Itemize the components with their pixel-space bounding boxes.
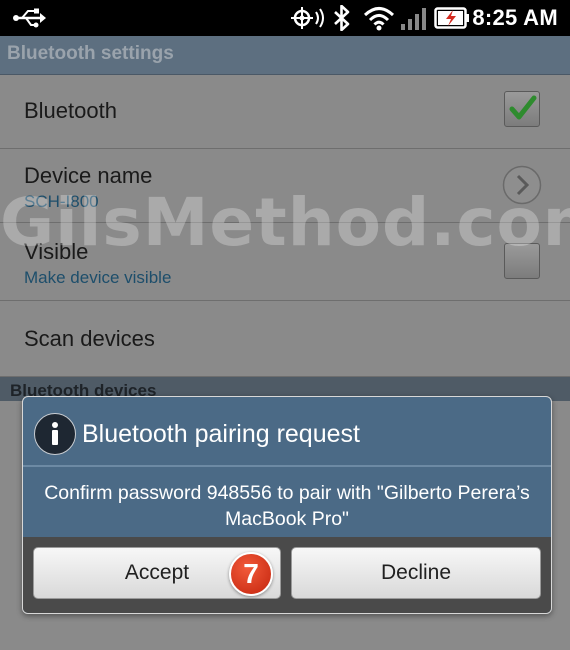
usb-icon — [12, 7, 46, 33]
decline-button[interactable]: Decline — [291, 547, 541, 599]
dialog-title: Bluetooth pairing request — [82, 420, 360, 448]
bluetooth-toggle-row[interactable]: Bluetooth — [0, 75, 570, 149]
settings-header: Bluetooth settings — [0, 36, 570, 75]
step-marker-badge: 7 — [229, 552, 273, 596]
dialog-message: Confirm password 948556 to pair with "Gi… — [44, 482, 530, 530]
visible-checkbox[interactable] — [504, 243, 540, 279]
visible-label: Visible — [24, 239, 89, 264]
bluetooth-label: Bluetooth — [24, 98, 117, 123]
dialog-header: Bluetooth pairing request — [23, 397, 551, 467]
checkmark-icon — [509, 95, 537, 120]
visible-row[interactable]: Visible Make device visible — [0, 223, 570, 301]
bluetooth-checkbox[interactable] — [504, 91, 540, 127]
page-title: Bluetooth settings — [7, 43, 174, 64]
chevron-right-icon[interactable] — [502, 165, 542, 209]
dialog-divider — [23, 465, 551, 467]
gps-icon — [290, 6, 326, 34]
bluetooth-icon — [333, 4, 351, 35]
scan-devices-label: Scan devices — [24, 326, 155, 351]
status-bar: 8:25 AM — [0, 0, 570, 36]
device-name-label: Device name — [24, 163, 153, 188]
status-time: 8:25 AM — [472, 5, 558, 30]
visible-summary: Make device visible — [24, 268, 172, 287]
pairing-dialog: Bluetooth pairing request Confirm passwo… — [22, 396, 552, 614]
scan-devices-row[interactable]: Scan devices — [0, 301, 570, 377]
device-name-row[interactable]: Device name SCH-I800 — [0, 149, 570, 223]
battery-charging-icon — [434, 6, 470, 34]
wifi-icon — [363, 5, 395, 35]
device-name-value: SCH-I800 — [24, 192, 99, 211]
signal-icon — [400, 5, 430, 35]
info-icon — [34, 413, 76, 455]
